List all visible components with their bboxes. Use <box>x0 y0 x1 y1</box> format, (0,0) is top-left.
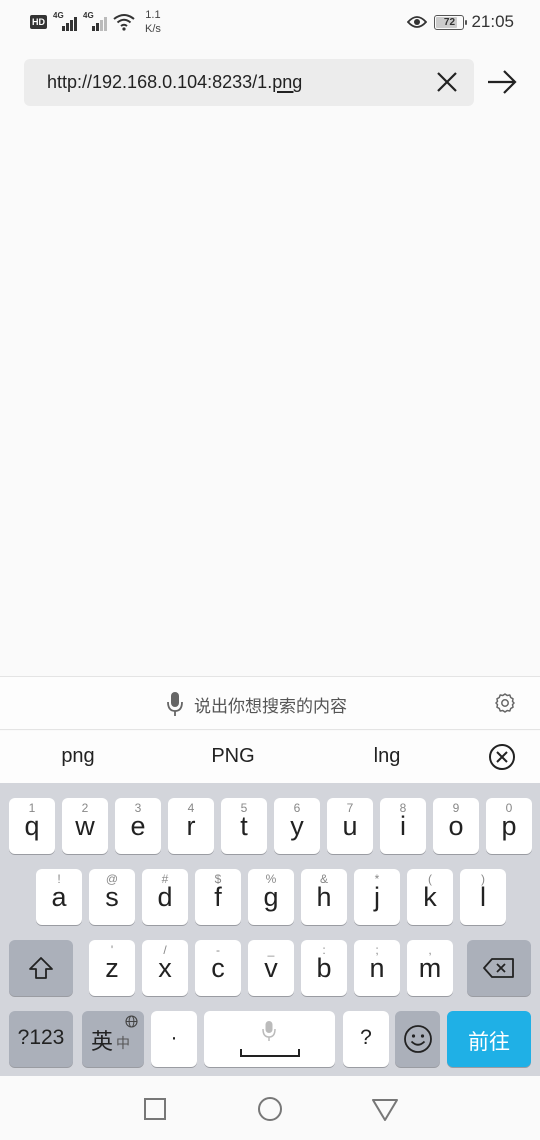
key-n[interactable]: ; n <box>354 940 400 996</box>
navigation-bar <box>0 1076 540 1140</box>
backspace-key[interactable] <box>467 940 531 996</box>
suggestion-bar: png PNG lng <box>0 731 540 783</box>
voice-hint-text: 说出你想搜索的内容 <box>194 696 347 716</box>
battery-indicator: 72 <box>434 14 468 30</box>
wifi-icon <box>113 14 135 31</box>
square-icon[interactable] <box>142 1096 168 1122</box>
key-d[interactable]: # d <box>142 869 188 925</box>
space-bar-icon <box>240 1049 300 1057</box>
clock: 21:05 <box>471 12 514 31</box>
numbers-key[interactable]: ?123 <box>9 1011 73 1067</box>
url-text: http://192.168.0.104:8233/1.png <box>47 72 303 92</box>
key-v[interactable]: _ v <box>248 940 294 996</box>
arrow-right-icon[interactable] <box>484 64 520 100</box>
go-key[interactable]: 前往 <box>447 1011 531 1067</box>
key-q[interactable]: 1q <box>9 798 55 854</box>
key-e[interactable]: 3e <box>115 798 161 854</box>
emoji-icon <box>403 1025 432 1053</box>
key-y[interactable]: 6y <box>274 798 320 854</box>
url-input[interactable]: http://192.168.0.104:8233/1.png <box>24 59 474 106</box>
language-key[interactable]: 英 中 <box>82 1011 144 1067</box>
signal-icon-sim2: 4G <box>83 11 107 31</box>
voice-search-bar[interactable]: 说出你想搜索的内容 <box>0 676 540 730</box>
key-r[interactable]: 4r <box>168 798 214 854</box>
key-t[interactable]: 5t <box>221 798 267 854</box>
key-s[interactable]: @ s <box>89 869 135 925</box>
key-p[interactable]: 0p <box>486 798 532 854</box>
suggestion-item[interactable]: PNG <box>173 745 293 768</box>
suggestion-item[interactable]: png <box>18 745 138 768</box>
question-key[interactable]: ? <box>343 1011 389 1067</box>
globe-icon <box>125 1015 138 1028</box>
circle-icon[interactable] <box>257 1096 283 1122</box>
key-x[interactable]: / x <box>142 940 188 996</box>
key-a[interactable]: ! a <box>36 869 82 925</box>
circle-x-icon[interactable] <box>488 743 516 771</box>
key-j[interactable]: * j <box>354 869 400 925</box>
key-i[interactable]: 8i <box>380 798 426 854</box>
key-m[interactable]: ,m <box>407 940 453 996</box>
emoji-key[interactable] <box>395 1011 440 1067</box>
gear-icon[interactable] <box>494 692 516 714</box>
triangle-icon[interactable] <box>372 1096 398 1122</box>
key-z[interactable]: ' z <box>89 940 135 996</box>
keyboard: 1q 2w 3e 4r 5t 6y 7u 8i 9o 0p ! a @ s # d $… <box>0 783 540 1076</box>
url-composing-text: png <box>272 72 303 92</box>
network-speed: 1.1 K/s <box>145 9 161 35</box>
key-l[interactable]: ) l <box>460 869 506 925</box>
key-f[interactable]: $ f <box>195 869 241 925</box>
dot-key[interactable]: · <box>151 1011 197 1067</box>
backspace-icon <box>483 958 514 978</box>
shift-icon <box>29 957 53 979</box>
space-key[interactable] <box>204 1011 335 1067</box>
key-u[interactable]: 7u <box>327 798 373 854</box>
key-k[interactable]: (k <box>407 869 453 925</box>
status-bar: HD 4G 4G 1.1 K/s 72 21:05 <box>0 0 540 46</box>
key-h[interactable]: & h <box>301 869 347 925</box>
hd-badge: HD <box>30 15 47 29</box>
key-w[interactable]: 2w <box>62 798 108 854</box>
signal-icon-sim1: 4G <box>53 11 77 31</box>
shift-key[interactable] <box>9 940 73 996</box>
key-g[interactable]: % g <box>248 869 294 925</box>
key-b[interactable]: :b <box>301 940 347 996</box>
suggestion-item[interactable]: lng <box>327 745 447 768</box>
microphone-icon <box>262 1021 276 1041</box>
microphone-icon[interactable] <box>166 691 184 717</box>
eye-icon <box>407 16 428 28</box>
key-c[interactable]: -c <box>195 940 241 996</box>
close-icon[interactable] <box>434 69 460 95</box>
key-o[interactable]: 9o <box>433 798 479 854</box>
